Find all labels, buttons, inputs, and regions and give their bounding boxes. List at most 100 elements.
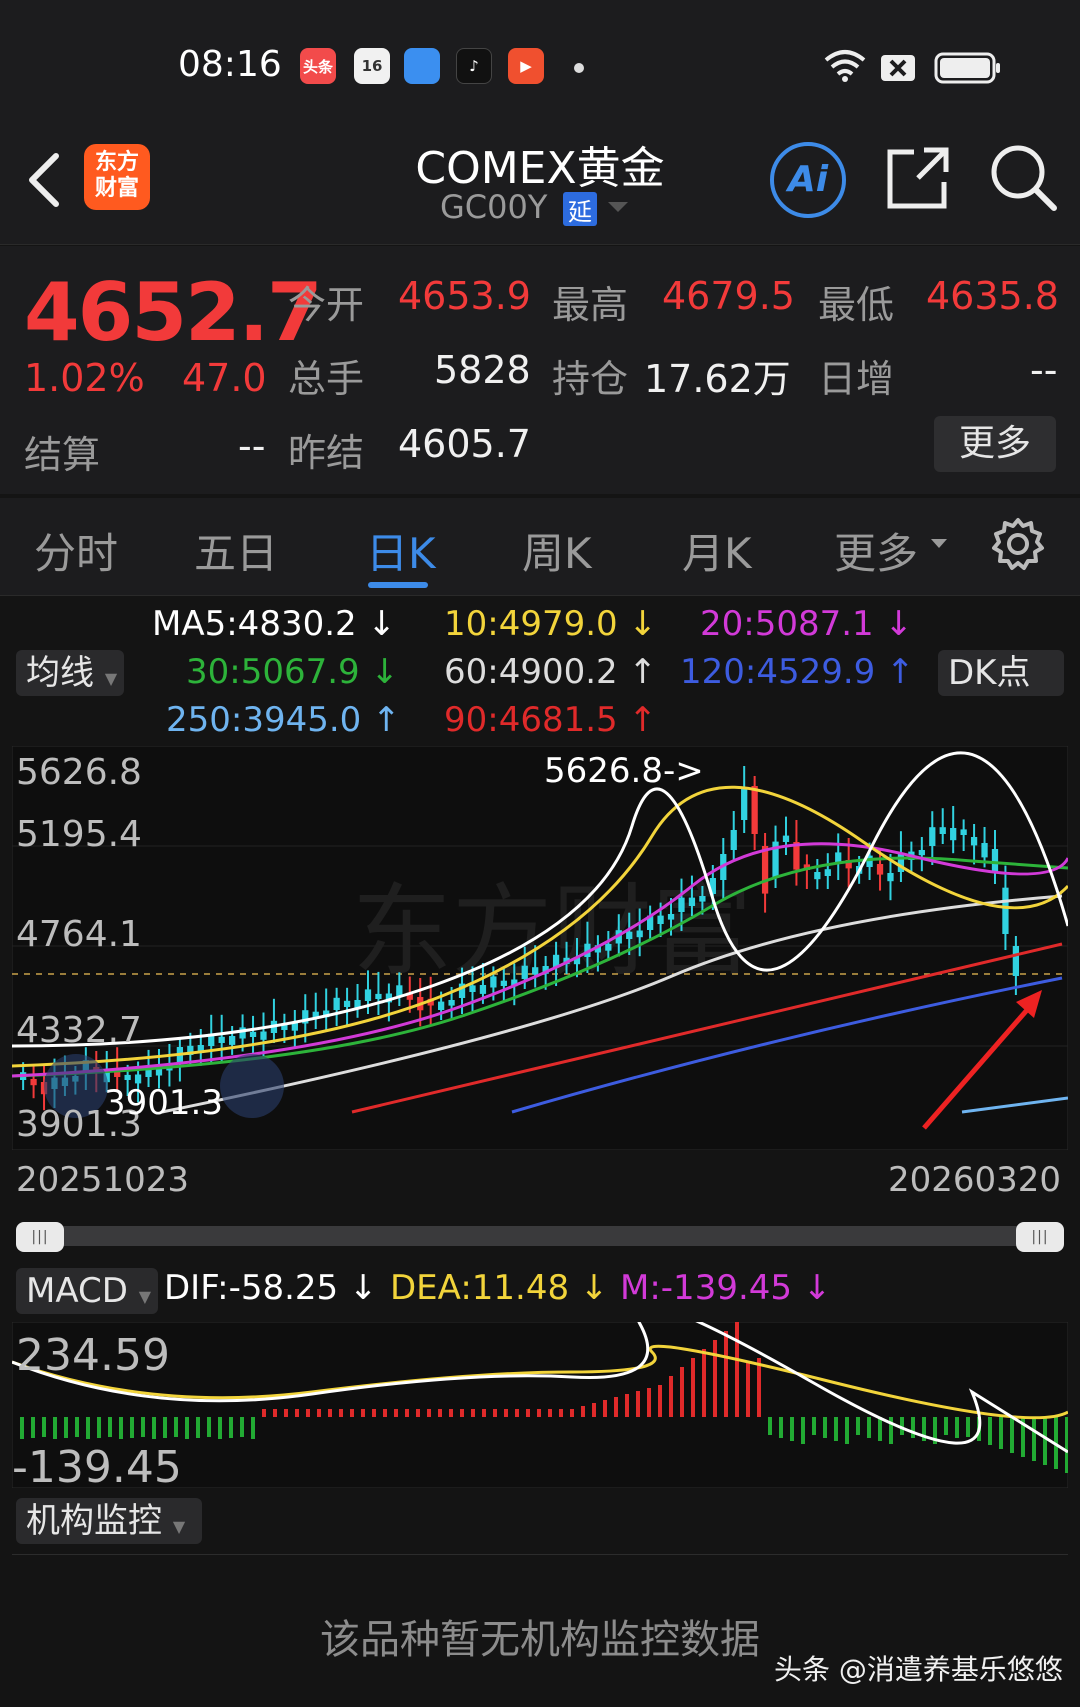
tab-daily-k[interactable]: 日K (366, 520, 436, 581)
macd-bar (581, 1406, 585, 1417)
macd-bar (460, 1409, 464, 1417)
open-value: 4653.9 (398, 274, 531, 318)
macd-bar (691, 1358, 695, 1417)
institutional-monitor-chip[interactable]: 机构监控 ▼ (16, 1498, 202, 1544)
macd-bar (251, 1417, 255, 1439)
range-start-handle[interactable]: ||| (16, 1222, 64, 1252)
share-icon[interactable] (884, 144, 954, 214)
eastmoney-logo: 东方 财富 (84, 144, 150, 210)
macd-bar (218, 1417, 222, 1439)
expand-icon[interactable] (220, 1054, 284, 1118)
macd-bar (361, 1409, 365, 1417)
macd-bar (31, 1417, 35, 1438)
chart-start-date: 20251023 (16, 1160, 190, 1200)
ma250-value: 250:3945.0 ↑ (166, 700, 401, 740)
macd-bar (262, 1409, 266, 1417)
macd-bar (592, 1403, 596, 1417)
macd-bar (625, 1394, 629, 1417)
ma10-value: 10:4979.0 ↓ (444, 604, 657, 644)
macd-bar (339, 1409, 343, 1417)
chevron-down-icon (931, 539, 947, 548)
macd-bar (746, 1361, 750, 1417)
contract-code[interactable]: GC00Y (440, 188, 547, 226)
daily-increase-value: -- (1030, 348, 1058, 392)
ma60-value: 60:4900.2 ↑ (444, 652, 657, 692)
y-label-top: 5626.8 (16, 752, 142, 793)
macd-bar (108, 1417, 112, 1437)
macd-bar (119, 1417, 123, 1439)
macd-bar (504, 1409, 508, 1417)
macd-selector-chip[interactable]: MACD ▼ (16, 1268, 158, 1314)
quote-panel: 4652.7 1.02% 47.0 结算 -- 今开 4653.9 最高 467… (0, 246, 1080, 494)
high-value: 4679.5 (662, 274, 795, 318)
change-percent: 1.02% (24, 356, 145, 400)
macd-bar (97, 1417, 101, 1438)
ma-selector-chip[interactable]: 均线 ▼ (16, 650, 124, 696)
tab-weekly-k[interactable]: 周K (522, 520, 592, 581)
macd-bar (944, 1417, 948, 1435)
low-label: 最低 (818, 283, 895, 327)
macd-bar (427, 1409, 431, 1417)
macd-bar (53, 1417, 57, 1439)
macd-bar (1010, 1417, 1014, 1453)
macd-bar (735, 1322, 739, 1417)
macd-bar (1032, 1417, 1036, 1461)
tab-monthly-k[interactable]: 月K (682, 520, 752, 581)
macd-bar (724, 1331, 728, 1417)
macd-bar (185, 1417, 189, 1439)
macd-bar (273, 1409, 277, 1417)
status-bar: 08:16 头条 16 ♪ ▶ (0, 0, 1080, 130)
tab-intraday[interactable]: 分时 (34, 520, 118, 581)
macd-bar (812, 1417, 816, 1435)
settle-value: -- (238, 424, 266, 468)
macd-bar (438, 1409, 442, 1417)
sim-x-icon (881, 55, 915, 81)
active-tab-indicator (368, 582, 428, 588)
macd-bar (383, 1409, 387, 1417)
prev-settle-value: 4605.7 (398, 422, 531, 466)
page-title: COMEX黄金 (415, 143, 665, 194)
macd-bar (141, 1417, 145, 1437)
macd-bar (779, 1417, 783, 1438)
macd-dif-value: DIF:-58.25 ↓ (164, 1268, 378, 1308)
range-slider-track[interactable] (16, 1226, 1064, 1246)
prev-settle-label: 昨结 (288, 431, 365, 475)
macd-bar (713, 1340, 717, 1417)
macd-bar (570, 1409, 574, 1417)
open-interest-value: 17.62万 (644, 357, 791, 401)
back-arrow-icon[interactable] (24, 150, 64, 210)
battery-icon (934, 52, 1000, 84)
dk-point-chip[interactable]: DK点 (938, 650, 1064, 696)
macd-bar (526, 1409, 530, 1417)
ai-assistant-button[interactable]: Ai (770, 142, 846, 218)
wifi-icon (824, 50, 866, 82)
settings-gear-icon[interactable] (990, 516, 1046, 572)
tab-five-day[interactable]: 五日 (194, 520, 278, 581)
macd-bar (405, 1409, 409, 1417)
contract-dropdown-icon[interactable] (606, 200, 630, 216)
macd-bar (174, 1417, 178, 1437)
macd-bar (196, 1417, 200, 1438)
more-quote-button[interactable]: 更多 (934, 416, 1056, 472)
tab-more[interactable]: 更多 (834, 520, 918, 581)
macd-bar (372, 1409, 376, 1417)
macd-chart[interactable]: 234.59 -139.45 (12, 1322, 1068, 1488)
macd-bar (306, 1409, 310, 1417)
high-label: 最高 (552, 283, 629, 327)
macd-bar (801, 1417, 805, 1444)
ma120-value: 120:4529.9 ↑ (680, 652, 915, 692)
macd-bar (647, 1388, 651, 1417)
range-end-handle[interactable]: ||| (1016, 1222, 1064, 1252)
macd-bar (658, 1385, 662, 1417)
macd-bar (130, 1417, 134, 1438)
search-icon[interactable] (988, 142, 1060, 214)
last-price: 4652.7 (24, 266, 323, 359)
macd-bar (64, 1417, 68, 1438)
app-header: 东方 财富 COMEX黄金 GC00Y 延 Ai (0, 130, 1080, 245)
y-label: 4764.1 (16, 914, 142, 955)
macd-dea-value: DEA:11.48 ↓ (390, 1268, 609, 1308)
macd-bar (86, 1417, 90, 1439)
macd-bar (75, 1417, 79, 1437)
daily-k-chart[interactable]: 东方财富 5626.8 5195.4 4764.1 4332.7 3901.3 … (12, 746, 1068, 1150)
macd-bar (680, 1367, 684, 1417)
